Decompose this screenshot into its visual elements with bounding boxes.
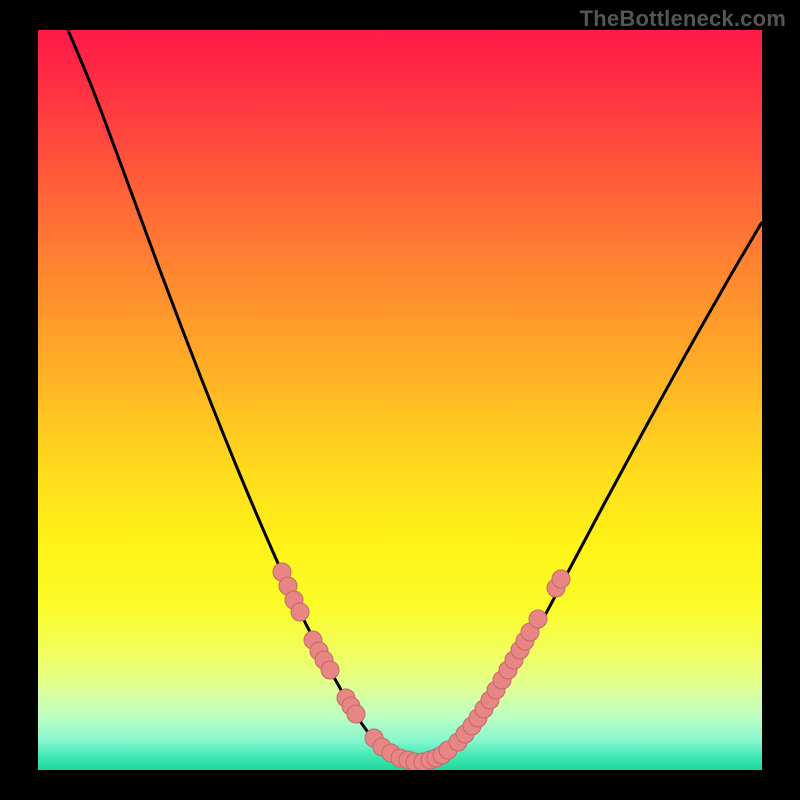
watermark-text: TheBottleneck.com [580, 6, 786, 32]
data-markers [273, 563, 570, 770]
chart-frame: TheBottleneck.com [0, 0, 800, 800]
data-marker [321, 661, 339, 679]
bottleneck-curve [68, 30, 762, 763]
chart-svg [38, 30, 762, 770]
plot-area [38, 30, 762, 770]
data-marker [529, 610, 547, 628]
data-marker [552, 570, 570, 588]
data-marker [291, 603, 309, 621]
data-marker [347, 705, 365, 723]
